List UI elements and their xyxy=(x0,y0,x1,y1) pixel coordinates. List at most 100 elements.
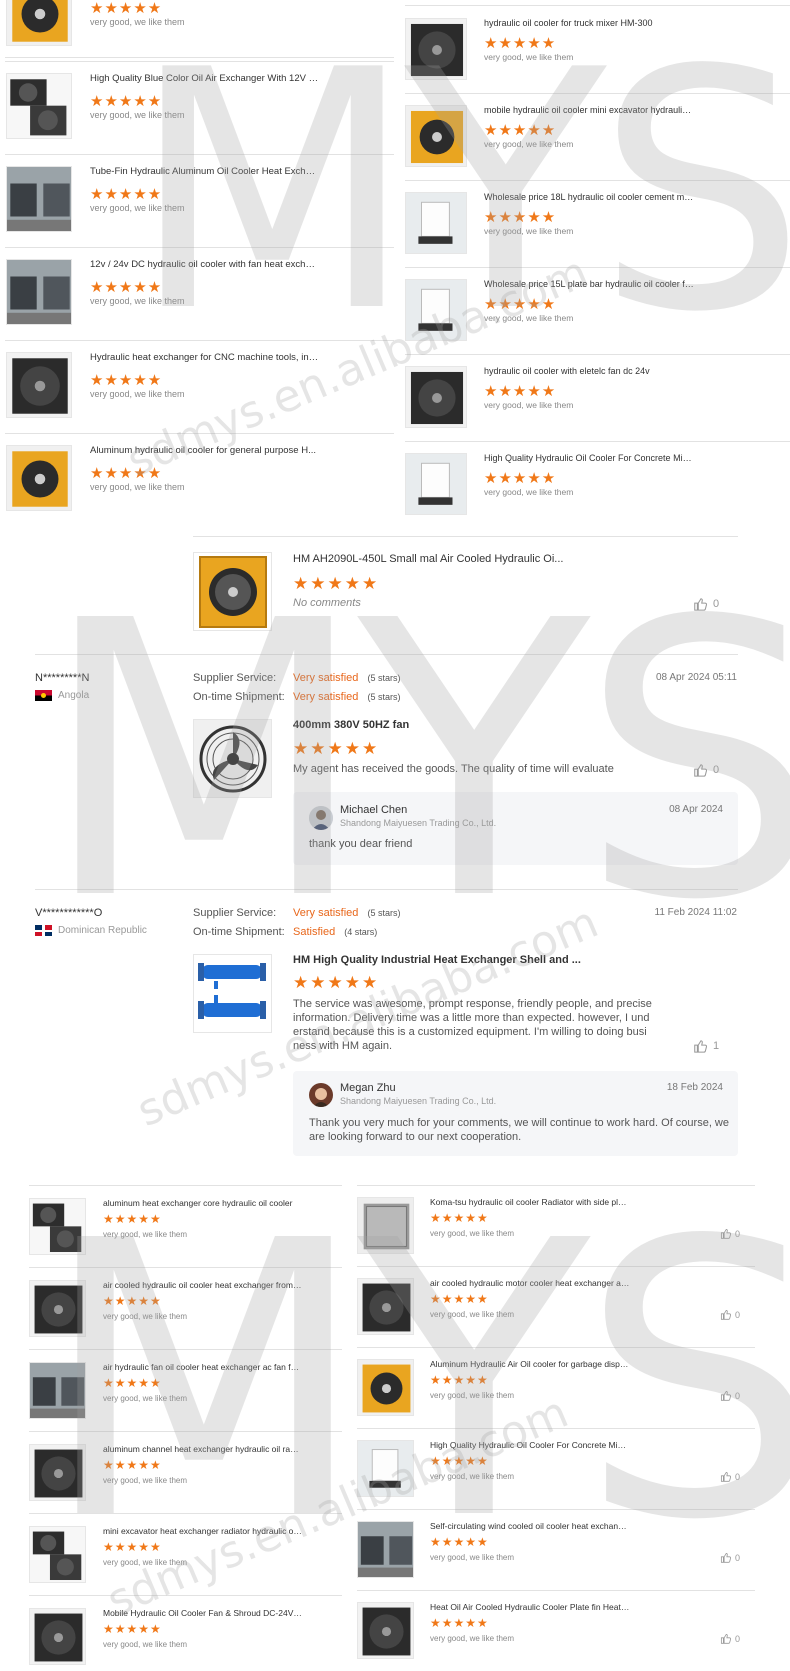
like-button[interactable]: 0 xyxy=(720,1228,740,1239)
product-title[interactable]: 12v / 24v DC hydraulic oil cooler with f… xyxy=(90,259,320,270)
product-title[interactable]: air hydraulic fan oil cooler heat exchan… xyxy=(103,1362,303,1372)
product-title[interactable]: aluminum heat exchanger core hydraulic o… xyxy=(103,1198,303,1208)
product-image xyxy=(30,1199,85,1254)
product-title[interactable]: High Quality Hydraulic Oil Cooler For Co… xyxy=(484,453,694,463)
product-title[interactable]: 400mm 380V 50HZ fan xyxy=(293,719,409,731)
divider xyxy=(357,1428,755,1429)
rating-stars: ★★★★★ xyxy=(90,465,163,482)
product-title[interactable]: High Quality Hydraulic Oil Cooler For Co… xyxy=(430,1440,630,1450)
product-thumbnail[interactable] xyxy=(6,445,72,511)
shipment-rating: Satisfied (4 stars) xyxy=(293,926,377,938)
product-title[interactable]: air cooled hydraulic motor cooler heat e… xyxy=(430,1278,630,1288)
product-title[interactable]: mobile hydraulic oil cooler mini excavat… xyxy=(484,105,694,115)
product-title[interactable]: Tube-Fin Hydraulic Aluminum Oil Cooler H… xyxy=(90,166,320,177)
product-title[interactable]: Heat Oil Air Cooled Hydraulic Cooler Pla… xyxy=(430,1602,630,1612)
replier-name: Michael Chen xyxy=(340,804,408,816)
like-count: 0 xyxy=(735,1552,741,1563)
product-thumbnail[interactable] xyxy=(193,552,272,631)
shipment-rating: Very satisfied (5 stars) xyxy=(293,691,401,703)
divider xyxy=(405,267,790,268)
thumbs-up-icon xyxy=(694,598,707,611)
review-text: The service was awesome, prompt response… xyxy=(293,997,652,1053)
product-thumbnail[interactable] xyxy=(29,1444,86,1501)
product-title[interactable]: Wholesale price 15L plate bar hydraulic … xyxy=(484,279,694,289)
like-button[interactable]: 0 xyxy=(720,1471,740,1482)
product-comment: very good, we like them xyxy=(484,487,574,497)
product-thumbnail[interactable] xyxy=(6,73,72,139)
product-title[interactable]: mini excavator heat exchanger radiator h… xyxy=(103,1526,303,1536)
product-thumbnail[interactable] xyxy=(405,453,467,515)
product-image xyxy=(358,1441,413,1496)
product-title[interactable]: Koma-tsu hydraulic oil cooler Radiator w… xyxy=(430,1197,630,1207)
product-thumbnail[interactable] xyxy=(357,1440,414,1497)
product-title[interactable]: Wholesale price 18L hydraulic oil cooler… xyxy=(484,192,694,202)
divider xyxy=(29,1267,342,1268)
rating-stars: ★★★★★ xyxy=(484,470,557,487)
thumbs-up-icon xyxy=(720,1552,731,1563)
like-button[interactable]: 0 xyxy=(693,763,719,777)
product-thumbnail[interactable] xyxy=(405,105,467,167)
product-thumbnail[interactable] xyxy=(29,1280,86,1337)
replier-company: Shandong Maiyuesen Trading Co., Ltd. xyxy=(340,818,497,828)
product-thumbnail[interactable] xyxy=(6,259,72,325)
product-thumbnail[interactable] xyxy=(29,1608,86,1665)
product-thumbnail[interactable] xyxy=(357,1278,414,1335)
supplier-reply: Michael Chen Shandong Maiyuesen Trading … xyxy=(293,792,738,865)
rating-text: Very satisfied xyxy=(293,691,359,703)
divider xyxy=(357,1266,755,1267)
product-thumbnail[interactable] xyxy=(193,719,272,798)
like-button[interactable]: 0 xyxy=(720,1633,740,1644)
like-button[interactable]: 0 xyxy=(720,1309,740,1320)
product-thumbnail[interactable] xyxy=(405,18,467,80)
product-thumbnail[interactable] xyxy=(405,279,467,341)
like-button[interactable]: 1 xyxy=(693,1039,719,1053)
product-image xyxy=(7,74,71,138)
product-comment: very good, we like them xyxy=(430,1229,515,1238)
product-thumbnail[interactable] xyxy=(29,1526,86,1583)
product-comment: very good, we like them xyxy=(90,482,185,492)
product-title[interactable]: Aluminum Hydraulic Air Oil cooler for ga… xyxy=(430,1359,630,1369)
like-count: 0 xyxy=(735,1471,741,1482)
product-title[interactable]: aluminum channel heat exchanger hydrauli… xyxy=(103,1444,303,1454)
product-thumbnail[interactable] xyxy=(357,1521,414,1578)
product-title[interactable]: HM High Quality Industrial Heat Exchange… xyxy=(293,954,581,966)
like-button[interactable]: 0 xyxy=(720,1552,740,1563)
product-image xyxy=(30,1445,85,1500)
product-comment: very good, we like them xyxy=(484,226,574,236)
product-thumbnail[interactable] xyxy=(357,1602,414,1659)
rating-stars: ★★★★★ xyxy=(430,1616,489,1630)
product-title[interactable]: HM AH2090L-450L Small mal Air Cooled Hyd… xyxy=(293,553,593,565)
product-comment: very good, we like them xyxy=(430,1634,515,1643)
product-title[interactable]: Hydraulic heat exchanger for CNC machine… xyxy=(90,352,320,363)
product-thumbnail[interactable] xyxy=(29,1198,86,1255)
reply-text: Thank you very much for your comments, w… xyxy=(309,1116,729,1144)
product-thumbnail[interactable] xyxy=(29,1362,86,1419)
product-thumbnail[interactable] xyxy=(193,954,272,1033)
product-comment: very good, we like them xyxy=(430,1553,515,1562)
rating-stars: ★★★★★ xyxy=(484,209,557,226)
product-thumbnail[interactable] xyxy=(405,192,467,254)
product-thumbnail[interactable] xyxy=(6,166,72,232)
product-title[interactable]: Aluminum hydraulic oil cooler for genera… xyxy=(90,445,320,456)
divider xyxy=(193,536,738,537)
product-image xyxy=(406,19,466,79)
product-thumbnail[interactable] xyxy=(357,1359,414,1416)
rating-stars: ★★★★★ xyxy=(293,574,380,593)
product-title[interactable]: air cooled hydraulic oil cooler heat exc… xyxy=(103,1280,303,1290)
product-thumbnail[interactable] xyxy=(357,1197,414,1254)
product-title[interactable]: hydraulic oil cooler with eletelc fan dc… xyxy=(484,366,694,376)
product-title[interactable]: Self-circulating wind cooled oil cooler … xyxy=(430,1521,630,1531)
divider xyxy=(357,1509,755,1510)
product-thumbnail[interactable] xyxy=(6,352,72,418)
product-comment: very good, we like them xyxy=(103,1394,188,1403)
product-title[interactable]: High Quality Blue Color Oil Air Exchange… xyxy=(90,73,320,84)
like-button[interactable]: 0 xyxy=(693,597,719,611)
product-thumbnail[interactable] xyxy=(6,0,72,46)
divider xyxy=(5,61,394,62)
product-title[interactable]: hydraulic oil cooler for truck mixer HM-… xyxy=(484,18,694,28)
product-comment: very good, we like them xyxy=(90,389,185,399)
product-thumbnail[interactable] xyxy=(405,366,467,428)
product-title[interactable]: Mobile Hydraulic Oil Cooler Fan & Shroud… xyxy=(103,1608,303,1618)
like-button[interactable]: 0 xyxy=(720,1390,740,1401)
rating-stars-count: (5 stars) xyxy=(367,692,401,702)
